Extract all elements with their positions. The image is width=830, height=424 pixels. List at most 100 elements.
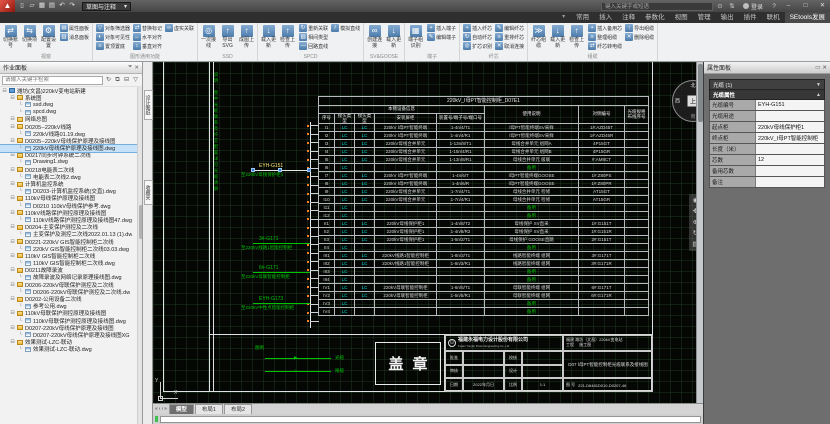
compass-north-label[interactable]: 北	[690, 82, 695, 89]
layout-nav-arrow[interactable]: «	[155, 406, 158, 412]
tree-expander-icon[interactable]: ⊟	[10, 210, 15, 216]
ribbon-button[interactable]: ∞虚实关联	[164, 24, 195, 32]
tree-item-file[interactable]: └D0206-220kV母联保护测控及二次线.dw	[0, 288, 137, 295]
tree-item-folder[interactable]: ⊟110kV GIS智能控制柜二次线	[0, 252, 137, 259]
selection-grip[interactable]	[307, 168, 311, 172]
view-compass[interactable]: 北 南 西 东 上	[672, 80, 696, 122]
tree-item-file[interactable]: └220kV线路01.19.dwg	[0, 130, 137, 137]
ribbon-tab[interactable]: 注释	[617, 12, 640, 23]
ribbon-button[interactable]: ↻自动纤芯	[462, 33, 493, 41]
tree-expander-icon[interactable]: ⊟	[10, 138, 15, 144]
property-value[interactable]: 12	[756, 155, 824, 165]
ribbon-button[interactable]: ◎一次接线	[200, 24, 217, 53]
cable-branch-line[interactable]	[253, 243, 310, 244]
tree-expander-icon[interactable]: ⊟	[10, 282, 15, 288]
tree-item-folder[interactable]: ⊟D0205--220kV母线保护原理及接线图	[0, 137, 137, 144]
tree-item-file[interactable]: └D0203-计算机监控系统(交直).dwg	[0, 188, 137, 195]
tree-item-folder[interactable]: ⊟系统图	[0, 94, 137, 101]
drawing-canvas[interactable]: 说明：图中光缆联系及纤芯配置详见光缆清册 220kV_Ⅰ母PT智能控制柜_D07…	[153, 62, 696, 403]
tree-item-file[interactable]: └110kV GIS智能控制柜二次线.dwg	[0, 260, 137, 267]
tree-item-folder[interactable]: ⊟D0217同步时钟系统二次线	[0, 152, 137, 159]
tree-item-file[interactable]: └效果测试-LZC-联动.dwg	[0, 346, 137, 353]
canvas-vertical-scrollbar[interactable]	[696, 62, 703, 403]
ribbon-button[interactable]: ▦端子组识别	[407, 24, 424, 53]
tree-item-file[interactable]: └spcd.dwg	[0, 109, 137, 116]
tree-expander-icon[interactable]: ⊟	[2, 88, 7, 94]
compass-top-face[interactable]: 上	[688, 96, 697, 107]
cable-branch-line[interactable]	[253, 303, 310, 304]
ribbon-button[interactable]: ⇄替换标记	[132, 24, 163, 32]
tree-expander-icon[interactable]: ⊟	[10, 296, 15, 302]
ribbon-button[interactable]: ↻重新关联	[298, 24, 329, 32]
ribbon-button[interactable]: ↔水平对齐	[132, 33, 163, 41]
tree-item-folder[interactable]: ⊟D0202-公用设备二次线	[0, 295, 137, 302]
ribbon-tab[interactable]: SEtools发展	[785, 12, 830, 23]
ribbon-button[interactable]: ▤属性面板	[59, 24, 90, 32]
close-button[interactable]: ✕	[815, 0, 830, 12]
undo-icon[interactable]: ↶	[57, 1, 67, 11]
ribbon-button[interactable]: ✎编辑纤芯	[494, 24, 525, 32]
cable-bus-line[interactable]	[310, 122, 311, 328]
ribbon-button[interactable]: ✎编辑端子	[426, 33, 457, 41]
ribbon-button[interactable]: ✕删除组缆	[624, 33, 655, 41]
tree-item-file[interactable]: └110kV线路保护测控原理及接线图47.dwg	[0, 216, 137, 223]
ribbon-button[interactable]: ▽对象筛选器	[95, 24, 131, 32]
layout-tab-layout2[interactable]: 布局2	[224, 404, 252, 414]
property-value[interactable]	[756, 166, 824, 176]
tree-item-folder[interactable]: ⊟D0206-220kV母联保护测控及二次线	[0, 281, 137, 288]
tree-expander-icon[interactable]: ⊟	[10, 152, 15, 158]
tree-item-folder[interactable]: ⊟效果测试-LZC-联动	[0, 339, 137, 346]
ribbon-button[interactable]: ∞创建连接	[366, 24, 383, 53]
tree-item-folder[interactable]: ⊟计算机监控系统	[0, 180, 137, 187]
maximize-button[interactable]: □	[798, 0, 813, 12]
object-type-dropdown[interactable]: 光缆 (1) ▼	[709, 79, 825, 90]
ribbon-button[interactable]: ◐对象可见性	[95, 33, 131, 41]
new-file-icon[interactable]: ▯	[17, 1, 27, 11]
filter-icon[interactable]: ▽	[131, 76, 140, 85]
tree-item-folder[interactable]: ⊟网络总图	[0, 116, 137, 123]
tree-scrollbar[interactable]	[137, 87, 142, 424]
tree-item-file[interactable]: └参考公用.dwg	[0, 303, 137, 310]
close-panel-icon[interactable]: ✕	[134, 65, 139, 71]
layout-nav-arrow[interactable]: »	[164, 406, 167, 412]
canvas-scrollbar-thumb[interactable]	[698, 64, 703, 122]
property-value[interactable]: EYH-G151	[756, 100, 824, 110]
ribbon-button[interactable]: ≡重排纤芯	[494, 33, 525, 41]
collapse-all-icon[interactable]: ⊟	[122, 76, 131, 85]
ribbon-button[interactable]: +插入端子	[426, 24, 457, 32]
tree-expander-icon[interactable]: ⊟	[10, 253, 15, 259]
ribbon-tab[interactable]: 常用	[571, 12, 594, 23]
property-value[interactable]: 220kV母线保护柜1	[756, 122, 824, 132]
layout-nav-arrow[interactable]: ‹	[159, 406, 161, 412]
ribbon-button[interactable]: ≫纤芯组缆	[530, 24, 547, 53]
tree-item-file[interactable]: └电能表二次线2.dwg	[0, 173, 137, 180]
ribbon-button[interactable]: ↓载入更新	[260, 24, 277, 53]
help-icon[interactable]: ?	[769, 3, 779, 10]
tree-expander-icon[interactable]: ⊟	[10, 167, 15, 173]
tree-item-folder[interactable]: ⊟D0204-主变保护测控及二次线	[0, 224, 137, 231]
ribbon-tab[interactable]: 插件	[739, 12, 762, 23]
tree-expander-icon[interactable]: ⊟	[10, 239, 15, 245]
ribbon-button[interactable]: +插入备用芯	[587, 24, 623, 32]
exchange-icon[interactable]: ⇅	[727, 2, 737, 10]
layout-nav-arrow[interactable]: ›	[161, 406, 163, 412]
ribbon-tab[interactable]: 视图	[670, 12, 693, 23]
tree-search-input[interactable]	[2, 76, 103, 85]
property-value[interactable]	[756, 144, 824, 154]
ribbon-tab[interactable]: 插入	[594, 12, 617, 23]
compass-west-label[interactable]: 西	[675, 98, 680, 105]
ribbon-button[interactable]: ↕垂直对齐	[132, 42, 163, 50]
close-properties-icon[interactable]: ✕	[822, 65, 827, 71]
redo-icon[interactable]: ↷	[67, 1, 77, 11]
auto-hide-icon[interactable]: ▭	[815, 65, 820, 71]
pin-icon[interactable]: ⏷	[128, 64, 132, 71]
ribbon-collapse-icon[interactable]: ▾	[562, 12, 565, 23]
save-icon[interactable]: ▦	[37, 1, 47, 11]
tree-item-file[interactable]: └D0207-220kV母线保护原理及接线图XG	[0, 331, 137, 338]
ribbon-tab[interactable]: 管理	[693, 12, 716, 23]
ribbon-button[interactable]: /模拟直线	[330, 24, 361, 32]
ribbon-button[interactable]: ✕取消连接	[494, 42, 525, 50]
ribbon-button[interactable]: +插入纤芯	[462, 24, 493, 32]
tree-item-folder[interactable]: ⊟110kV母线保护原理及接线图	[0, 195, 137, 202]
selection-grip[interactable]	[278, 168, 282, 172]
